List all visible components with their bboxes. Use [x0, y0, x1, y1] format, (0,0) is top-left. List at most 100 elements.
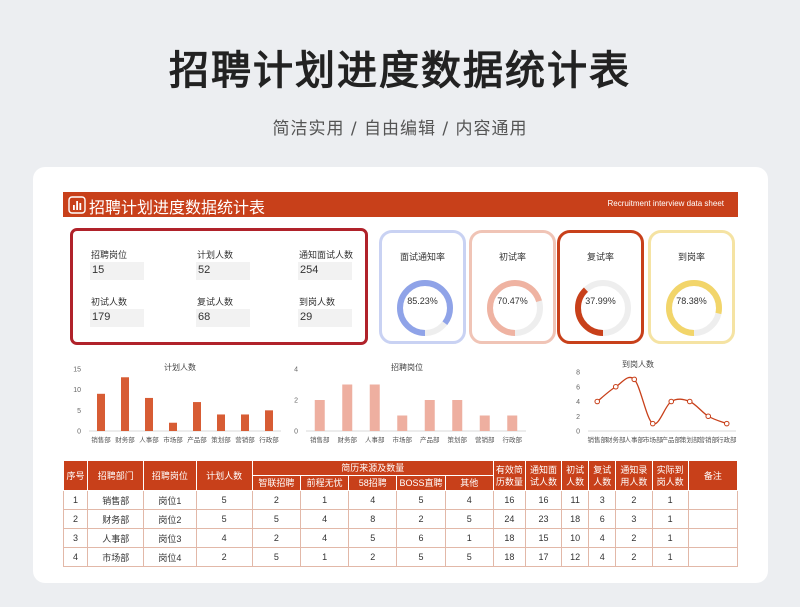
banner-subtitle: Recruitment interview data sheet	[607, 199, 725, 208]
bar	[97, 393, 105, 431]
table-cell: 市场部	[87, 547, 145, 567]
gauge-value: 37.99%	[585, 296, 616, 306]
header-resume-sources: 简历来源及数量	[251, 460, 494, 476]
bar	[397, 415, 408, 431]
table-cell: 6	[588, 509, 617, 529]
table-cell	[687, 509, 739, 529]
gauge-second-interview-rate: 复试率 37.99%	[557, 230, 644, 344]
bar	[424, 400, 435, 431]
x-tick-label: 财务部	[338, 435, 358, 444]
line-point	[668, 398, 675, 405]
table-cell: 5	[348, 528, 398, 548]
table-cell: 16	[492, 490, 526, 510]
x-tick-label: 策划部	[448, 435, 468, 444]
kpi-label-notified: 通知面试人数	[299, 250, 354, 260]
table-cell: 2	[615, 547, 653, 567]
x-tick-label: 产品部	[662, 435, 682, 444]
gauge-onboard-rate: 到岗率 78.38%	[648, 230, 735, 344]
table-cell: 5	[251, 509, 301, 529]
table-cell: 5	[195, 490, 253, 510]
y-tick-label: 2	[576, 414, 580, 421]
table-cell: 4	[444, 490, 494, 510]
line-point	[705, 413, 712, 420]
table-cell: 10	[561, 528, 590, 548]
line-point	[649, 420, 656, 427]
kpi-summary-panel: 招聘岗位 15 计划人数 52 通知面试人数 254 初试人数 179 复试人数…	[70, 228, 368, 345]
table-cell: 5	[396, 490, 446, 510]
header-source-boss: BOSS直聘	[396, 475, 446, 491]
header-remarks: 备注	[687, 460, 739, 491]
bar	[217, 414, 225, 431]
table-cell: 12	[561, 547, 590, 567]
bar	[241, 414, 249, 431]
table-cell: 8	[348, 509, 398, 529]
kpi-value-second-interview: 68	[196, 309, 250, 327]
y-tick-label: 0	[294, 429, 298, 436]
bar	[479, 415, 490, 431]
kpi-label-second-interview: 复试人数	[197, 297, 234, 307]
table-cell	[687, 547, 739, 567]
bar	[342, 384, 353, 431]
kpi-label-planned: 计划人数	[197, 250, 234, 260]
y-tick-label: 15	[73, 367, 81, 374]
y-tick-label: 6	[576, 384, 580, 391]
table-cell: 1	[299, 490, 350, 510]
bar	[193, 402, 201, 431]
table-cell: 1	[651, 490, 689, 510]
bar	[314, 400, 325, 431]
x-tick-label: 市场部	[163, 435, 183, 444]
dashboard-card: 招聘计划进度数据统计表 Recruitment interview data s…	[33, 167, 768, 583]
kpi-value-notified: 254	[298, 262, 352, 280]
dashboard-banner: 招聘计划进度数据统计表 Recruitment interview data s…	[63, 192, 738, 217]
table-cell: 1	[62, 490, 89, 510]
x-tick-label: 产品部	[420, 435, 440, 444]
gauge-value: 85.23%	[407, 296, 438, 306]
positions-chart: 0 2 4 销售部 财务部 人事部 市场部 产品部 策划部 营销部 行政部	[294, 367, 526, 444]
table-cell: 18	[492, 547, 526, 567]
table-cell: 2	[348, 547, 398, 567]
x-tick-label: 市场部	[393, 435, 413, 444]
planned-headcount-chart: 0 5 10 15 销售部 财务部 人事部 市场部 产品部 策划部 营销部 行政部	[73, 367, 281, 444]
table-cell: 2	[195, 547, 253, 567]
x-tick-label: 销售部	[310, 435, 330, 444]
poster-subtitle: 简洁实用 / 自由编辑 / 内容通用	[272, 119, 528, 139]
bar	[265, 410, 273, 431]
table-cell: 4	[299, 509, 350, 529]
kpi-value-first-interview: 179	[90, 309, 144, 327]
table-cell: 3	[62, 528, 89, 548]
y-tick-label: 4	[576, 399, 580, 406]
gauge-ring	[575, 280, 631, 336]
poster-title: 招聘计划进度数据统计表	[169, 48, 631, 94]
x-tick-label: 人事部	[365, 435, 385, 444]
table-cell: 4	[62, 547, 89, 567]
x-tick-label: 市场部	[643, 435, 663, 444]
bar	[507, 415, 518, 431]
gauge-value: 78.38%	[676, 296, 707, 306]
bar	[169, 422, 177, 431]
table-cell: 1	[444, 528, 494, 548]
header-planned: 计划人数	[195, 460, 253, 491]
table-cell: 5	[195, 509, 253, 529]
table-cell	[687, 490, 739, 510]
line-point	[594, 398, 601, 405]
table-cell: 16	[524, 490, 563, 510]
table-cell: 23	[524, 509, 563, 529]
gauge-ring	[487, 280, 543, 336]
table-cell: 15	[524, 528, 563, 548]
x-tick-label: 策划部	[211, 435, 231, 444]
line-point	[631, 376, 638, 383]
header-second-interview: 复试人数	[588, 460, 617, 491]
table-cell: 1	[299, 547, 350, 567]
onboarded-line-chart: 0 2 4 6 8 销售部 财务部 人事部 市场部 产品部 策划部 营销部 行政部	[576, 370, 737, 445]
header-index: 序号	[62, 460, 89, 491]
bar	[452, 400, 463, 431]
header-source-other: 其他	[444, 475, 494, 491]
x-tick-label: 行政部	[259, 435, 279, 444]
x-tick-label: 营销部	[235, 435, 255, 444]
gauge-value: 70.47%	[497, 296, 528, 306]
table-cell: 1	[651, 528, 689, 548]
x-tick-label: 营销部	[475, 435, 495, 444]
table-cell: 2	[62, 509, 89, 529]
y-tick-label: 2	[294, 398, 298, 405]
header-onboarded: 实际到岗人数	[651, 460, 689, 491]
